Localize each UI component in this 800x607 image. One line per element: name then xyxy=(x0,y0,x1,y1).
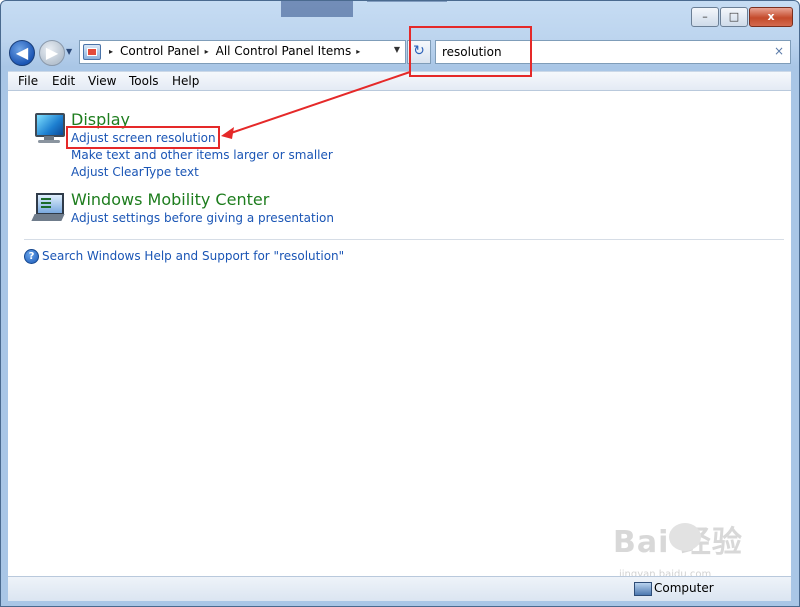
annotation-arrow-icon xyxy=(221,71,411,139)
